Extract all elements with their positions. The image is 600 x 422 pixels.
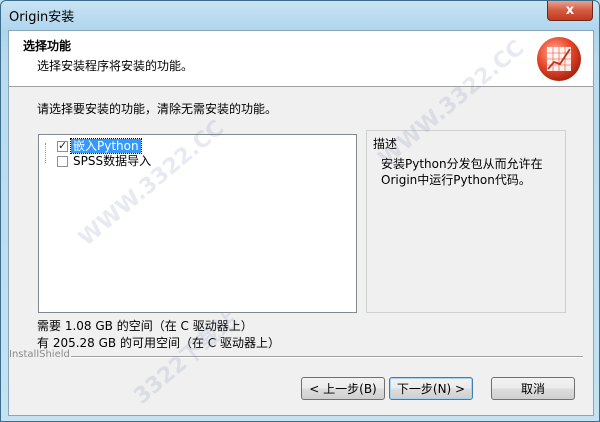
close-icon: x <box>565 3 575 18</box>
feature-item-spss[interactable]: SPSS数据导入 <box>57 154 153 168</box>
window-title: Origin安装 <box>9 10 75 25</box>
feature-tree[interactable]: 嵌入Python SPSS数据导入 <box>38 134 357 313</box>
cancel-button-label: 取消 <box>520 382 545 396</box>
space-required: 需要 1.08 GB 的空间（在 C 驱动器上） <box>37 319 253 333</box>
instruction-text: 请选择要安装的功能，清除无需安装的功能。 <box>37 102 278 116</box>
next-button-label: 下一步(N) > <box>396 382 466 396</box>
footer-divider <box>71 356 583 358</box>
feature-label: 嵌入Python <box>70 138 142 154</box>
feature-item-python[interactable]: 嵌入Python <box>57 138 142 154</box>
installshield-brand: InstallShield <box>9 349 70 360</box>
dialog-header: 选择功能 选择安装程序将安装的功能。 <box>9 31 593 87</box>
checkbox-spss[interactable] <box>57 155 68 167</box>
space-available: 有 205.28 GB 的可用空间（在 C 驱动器上） <box>37 336 280 350</box>
title-bar[interactable]: Origin安装 x <box>1 1 599 29</box>
origin-logo-icon <box>537 37 581 81</box>
page-title: 选择功能 <box>23 39 72 53</box>
checkbox-python[interactable] <box>57 140 68 152</box>
dialog-client: 选择功能 选择安装程序将安装的功能。 请选择要安装的功能，清除无需安装的功能。 … <box>8 30 594 416</box>
feature-label: SPSS数据导入 <box>73 154 152 168</box>
next-button[interactable]: 下一步(N) > <box>389 377 473 400</box>
close-button[interactable]: x <box>547 1 593 21</box>
cancel-button[interactable]: 取消 <box>491 377 575 400</box>
description-text: 安装Python分发包从而允许在Origin中运行Python代码。 <box>381 157 543 187</box>
description-panel: 描述 安装Python分发包从而允许在Origin中运行Python代码。 <box>366 130 566 313</box>
installer-window: Origin安装 x 选择功能 选择安装程序将安装的功能。 请选择要安装的功能，… <box>0 0 600 422</box>
description-heading: 描述 <box>373 137 398 151</box>
back-button[interactable]: < 上一步(B) <box>301 377 385 400</box>
page-subtitle: 选择安装程序将安装的功能。 <box>37 59 194 73</box>
back-button-label: < 上一步(B) <box>309 382 377 396</box>
